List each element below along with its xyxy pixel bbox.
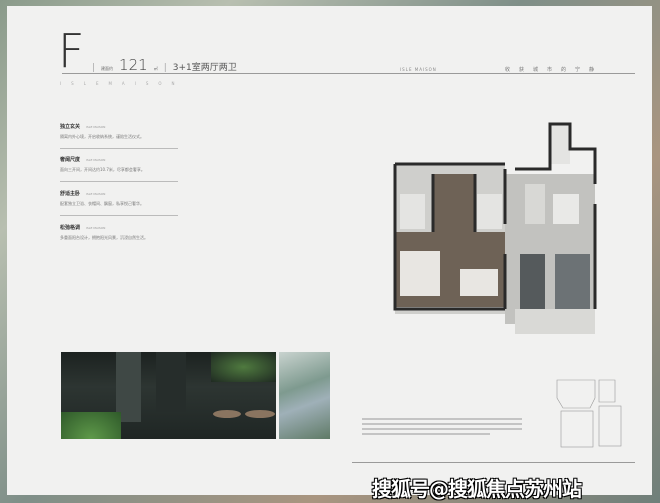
walkin-floor (433, 174, 475, 232)
bathroom (400, 194, 425, 229)
kitchen (525, 184, 545, 224)
brand-name: ISLE MAISON (400, 67, 437, 72)
garden-photo (61, 352, 276, 439)
key-plan (556, 379, 622, 448)
feature-desc: 多重面阳台设计，拥抱阳光风景，沉浸自然生活。 (60, 235, 148, 240)
bathroom (477, 194, 502, 229)
feature-desc: 隔离内外心境，开启收纳系统，谨陪生活仪式。 (60, 134, 144, 139)
feature-tag: ISLE MAISON (86, 124, 106, 129)
dining-table (553, 194, 579, 224)
header-divider (62, 73, 635, 74)
unit-letter: F (58, 24, 85, 78)
feature-item: 松弛格调 ISLE MAISON 多重面阳台设计，拥抱阳光风景，沉浸自然生活。 (60, 224, 178, 241)
feature-item: 独立玄关 ISLE MAISON 隔离内外心境，开启收纳系统，谨陪生活仪式。 (60, 123, 178, 149)
feature-tag: ISLE MAISON (86, 157, 106, 162)
unit-area: 121 (119, 56, 148, 74)
footer-divider (352, 462, 635, 463)
feature-title: 奢阔尺度 (60, 157, 81, 163)
second-bed (460, 269, 498, 296)
feature-desc: 面向三开间，开间达约10.7米，尽享都会奢享。 (60, 167, 145, 172)
description-paragraph (362, 418, 522, 438)
feature-tag: ISLE MAISON (86, 225, 106, 230)
unit-header: | 建面约 121 ㎡ | 3+1室两厅两卫 (92, 56, 237, 74)
glass-photo (279, 352, 330, 439)
feature-title: 松弛格调 (60, 225, 81, 231)
feature-tag: ISLE MAISON (86, 191, 106, 196)
brand-slogan: 收获城市的宁静 (505, 67, 604, 73)
feature-title: 舒适主卧 (60, 191, 81, 197)
area-unit: ㎡ (153, 66, 158, 71)
floor-plan (393, 122, 597, 334)
master-bed (400, 251, 440, 296)
spaced-brand: ISLEMAISON (60, 81, 185, 86)
feature-item: 奢阔尺度 ISLE MAISON 面向三开间，开间达约10.7米，尽享都会奢享。 (60, 156, 178, 182)
area-prefix: 建面约 (101, 66, 114, 71)
balcony (515, 309, 595, 334)
feature-item: 舒适主卧 ISLE MAISON 配套独立卫浴、衣帽间、飘窗，私享悦己奢华。 (60, 190, 178, 216)
feature-desc: 配套独立卫浴、衣帽间、飘窗，私享悦己奢华。 (60, 201, 144, 206)
unit-layout: 3+1室两厅两卫 (172, 63, 237, 73)
feature-title: 独立玄关 (60, 124, 81, 130)
living-rug (520, 254, 545, 309)
watermark: 搜狐号@搜狐焦点苏州站 (372, 477, 582, 501)
balcony (550, 124, 570, 164)
living-rug (555, 254, 590, 309)
